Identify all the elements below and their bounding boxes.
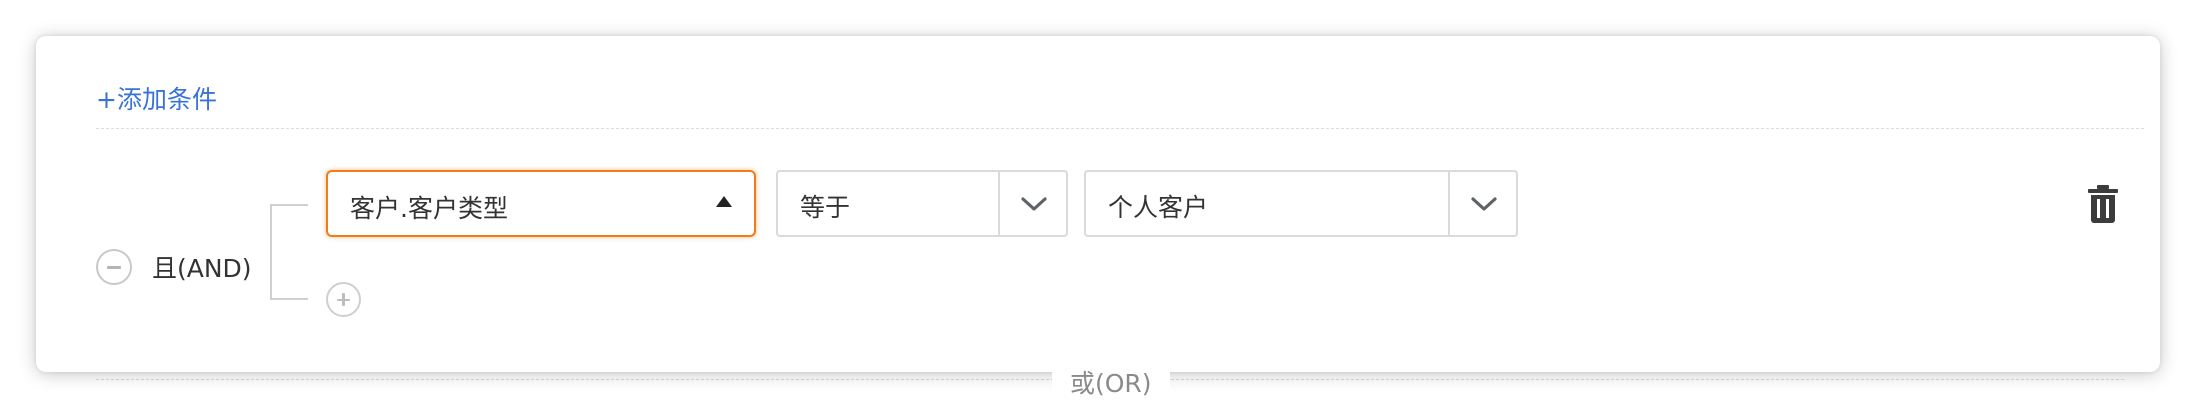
value-select-value: 个人客户 [1108, 193, 1209, 222]
trash-icon[interactable] [2086, 184, 2120, 224]
chevron-down-icon [1021, 197, 1047, 211]
and-logic-label[interactable]: 且(AND) [152, 249, 252, 285]
add-condition-link[interactable]: +添加条件 [96, 80, 217, 116]
caret-up-icon [716, 196, 732, 207]
minus-circle-icon[interactable] [96, 249, 132, 285]
filter-panel: +添加条件 且(AND) 客户.客户类型 等于 个人客户 或(OR) [36, 36, 2160, 400]
chevron-down-icon [1471, 197, 1497, 211]
value-select[interactable]: 个人客户 [1084, 170, 1518, 237]
value-dropdown-button[interactable] [1448, 172, 1516, 235]
plus-circle-icon[interactable] [326, 282, 361, 317]
top-divider [96, 128, 2144, 129]
operator-select-value: 等于 [800, 193, 851, 222]
operator-dropdown-button[interactable] [998, 172, 1066, 235]
operator-select[interactable]: 等于 [776, 170, 1068, 237]
group-bracket [270, 204, 308, 300]
field-select-value: 客户.客户类型 [350, 194, 508, 223]
field-select[interactable]: 客户.客户类型 [326, 170, 756, 237]
or-group-label[interactable]: 或(OR) [1052, 364, 1170, 400]
